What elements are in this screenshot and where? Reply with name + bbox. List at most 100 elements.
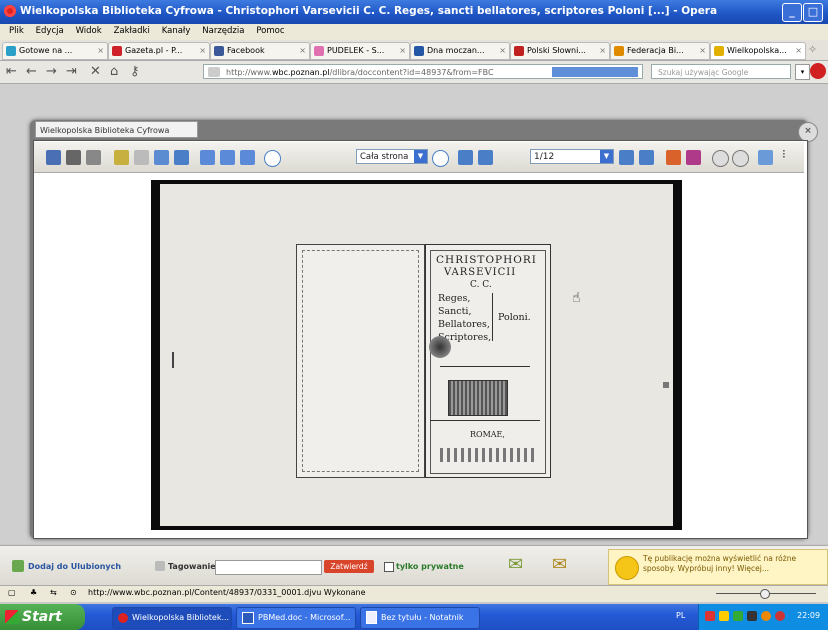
first-page-icon[interactable] bbox=[458, 150, 473, 165]
rewind-icon[interactable]: ⇤ bbox=[6, 64, 17, 80]
search-engine-dropdown-icon[interactable]: ▾ bbox=[795, 64, 810, 80]
print-icon[interactable] bbox=[66, 150, 81, 165]
menu-view[interactable]: Widok bbox=[76, 26, 102, 36]
minimize-icon[interactable]: _ bbox=[782, 3, 802, 22]
close-tab-icon[interactable]: × bbox=[499, 43, 506, 59]
close-tab-icon[interactable]: × bbox=[199, 43, 206, 59]
next-page-icon[interactable] bbox=[619, 150, 634, 165]
navigation-bar: ⇤ ← → ⇥ ✕ ⌂ ⚷ http://www.wbc.poznan.pl/d… bbox=[0, 61, 828, 84]
single-page-icon[interactable] bbox=[200, 150, 215, 165]
tray-icon[interactable] bbox=[775, 611, 785, 621]
close-tab-icon[interactable]: × bbox=[399, 43, 406, 59]
home-icon[interactable]: ⌂ bbox=[110, 64, 118, 80]
tab-gotowe[interactable]: Gotowe na ... × bbox=[2, 42, 108, 60]
tab-favicon-icon bbox=[6, 45, 16, 56]
tab-pudelek[interactable]: PUDELEK - S... × bbox=[310, 42, 410, 60]
menu-tools[interactable]: Narzędzia bbox=[202, 26, 244, 36]
close-tab-icon[interactable]: × bbox=[795, 43, 802, 59]
fast-forward-icon[interactable]: ⇥ bbox=[66, 64, 77, 80]
forward-icon[interactable]: → bbox=[46, 64, 57, 80]
approve-button[interactable]: Zatwierdź bbox=[324, 560, 374, 573]
status-bar: ▢ ♣ ⇆ ⊙ http://www.wbc.poznan.pl/Content… bbox=[0, 585, 828, 602]
opera-menu-icon[interactable] bbox=[810, 63, 826, 79]
zoom-radio-icon[interactable] bbox=[264, 150, 281, 167]
taskbar-item-opera[interactable]: Wielkopolska Bibliotek... bbox=[112, 607, 232, 629]
book-imprint: ROMAE, bbox=[470, 430, 505, 439]
tab-dna-moczan[interactable]: Dna moczan... × bbox=[410, 42, 510, 60]
tray-icon[interactable] bbox=[733, 611, 743, 621]
fit-page-icon[interactable] bbox=[240, 150, 255, 165]
taskbar-item-notepad[interactable]: Bez tytułu - Notatnik bbox=[360, 607, 480, 629]
tab-wielkopolska[interactable]: Wielkopolska... × bbox=[710, 42, 806, 60]
text-select-icon[interactable] bbox=[134, 150, 149, 165]
private-only-label: tylko prywatne bbox=[396, 562, 464, 571]
tip-text[interactable]: Tę publikację można wyświetlić na różne … bbox=[643, 554, 823, 574]
address-bar[interactable]: http://www.wbc.poznan.pl/dlibra/docconte… bbox=[203, 64, 643, 79]
language-indicator[interactable]: PL bbox=[676, 611, 685, 620]
circle-tool-icon[interactable] bbox=[712, 150, 729, 167]
panel-toggle-icon[interactable]: ▢ bbox=[8, 588, 16, 597]
close-tab-icon[interactable]: × bbox=[299, 43, 306, 59]
chevron-down-icon: ▼ bbox=[600, 150, 613, 163]
turbo-icon[interactable]: ⊙ bbox=[70, 588, 77, 597]
lightbulb-icon bbox=[615, 556, 639, 580]
menu-feeds[interactable]: Kanały bbox=[162, 26, 191, 36]
tab-favicon-icon bbox=[314, 45, 324, 56]
tray-icon[interactable] bbox=[705, 611, 715, 621]
tab-polski-slownik[interactable]: Polski Słowni... × bbox=[510, 42, 610, 60]
save-icon[interactable] bbox=[46, 150, 61, 165]
tag-input[interactable] bbox=[215, 560, 322, 575]
viewer-toolbar: Cała strona ▼ 1/12 ▼ ⁝ bbox=[34, 142, 804, 173]
key-icon[interactable]: ⚷ bbox=[130, 64, 140, 80]
taskbar-item-word[interactable]: PBMed.doc - Microsof... bbox=[236, 607, 356, 629]
find-icon[interactable] bbox=[86, 150, 101, 165]
close-tab-icon[interactable]: × bbox=[699, 43, 706, 59]
last-page-icon[interactable] bbox=[639, 150, 654, 165]
rotate-right-icon[interactable] bbox=[686, 150, 701, 165]
menu-file[interactable]: Plik bbox=[9, 26, 24, 36]
tab-facebook[interactable]: Facebook × bbox=[210, 42, 310, 60]
address-badge[interactable] bbox=[552, 67, 638, 77]
close-tab-icon[interactable]: × bbox=[97, 43, 104, 59]
menu-edit[interactable]: Edycja bbox=[36, 26, 64, 36]
maximize-icon[interactable]: □ bbox=[803, 3, 823, 22]
book-title-line: CHRISTOPHORI bbox=[436, 254, 537, 266]
fit-width-icon[interactable] bbox=[220, 150, 235, 165]
menu-help[interactable]: Pomoc bbox=[256, 26, 284, 36]
page-select[interactable]: 1/12 ▼ bbox=[530, 149, 614, 164]
menu-bar: Plik Edycja Widok Zakładki Kanały Narzęd… bbox=[0, 24, 828, 40]
tray-icon[interactable] bbox=[719, 611, 729, 621]
tab-gazeta[interactable]: Gazeta.pl - P... × bbox=[108, 42, 210, 60]
zoom-out-icon[interactable] bbox=[432, 150, 449, 167]
zoom-slider-handle[interactable] bbox=[760, 589, 770, 599]
close-dialog-icon[interactable]: × bbox=[798, 122, 818, 142]
taskbar: Start Wielkopolska Bibliotek... PBMed.do… bbox=[0, 604, 828, 630]
add-favorites-link[interactable]: Dodaj do Ulubionych bbox=[28, 562, 121, 571]
unite-icon[interactable]: ⇆ bbox=[50, 588, 57, 597]
menu-bookmarks[interactable]: Zakładki bbox=[114, 26, 150, 36]
hand-tool-icon[interactable] bbox=[114, 150, 129, 165]
zoom-select[interactable]: Cała strona ▼ bbox=[356, 149, 428, 164]
new-tab-icon[interactable]: ✧ bbox=[808, 43, 817, 56]
favorites-icon bbox=[12, 560, 24, 572]
rect-zoom-icon[interactable] bbox=[174, 150, 189, 165]
speed-dial-icon[interactable]: ♣ bbox=[30, 588, 37, 597]
stop-icon[interactable]: ✕ bbox=[90, 64, 101, 80]
circle-tool-2-icon[interactable] bbox=[732, 150, 749, 167]
tab-federacja[interactable]: Federacja Bi... × bbox=[610, 42, 710, 60]
handwritten-note bbox=[440, 448, 536, 462]
rotate-left-icon[interactable] bbox=[666, 150, 681, 165]
tab-bar: Gotowe na ... × Gazeta.pl - P... × Faceboo… bbox=[0, 40, 828, 61]
close-tab-icon[interactable]: × bbox=[599, 43, 606, 59]
share-icon[interactable]: ✉ bbox=[552, 554, 567, 575]
tray-icon[interactable] bbox=[761, 611, 771, 621]
search-input[interactable]: Szukaj używając Google bbox=[651, 64, 791, 79]
toolbar-more-icon[interactable]: ⁝ bbox=[782, 147, 786, 161]
zoom-icon[interactable] bbox=[154, 150, 169, 165]
download-icon[interactable]: ✉ bbox=[508, 554, 523, 575]
info-icon[interactable] bbox=[758, 150, 773, 165]
previous-page-icon[interactable] bbox=[478, 150, 493, 165]
private-checkbox[interactable] bbox=[384, 562, 394, 572]
back-icon[interactable]: ← bbox=[26, 64, 37, 80]
tray-icon[interactable] bbox=[747, 611, 757, 621]
